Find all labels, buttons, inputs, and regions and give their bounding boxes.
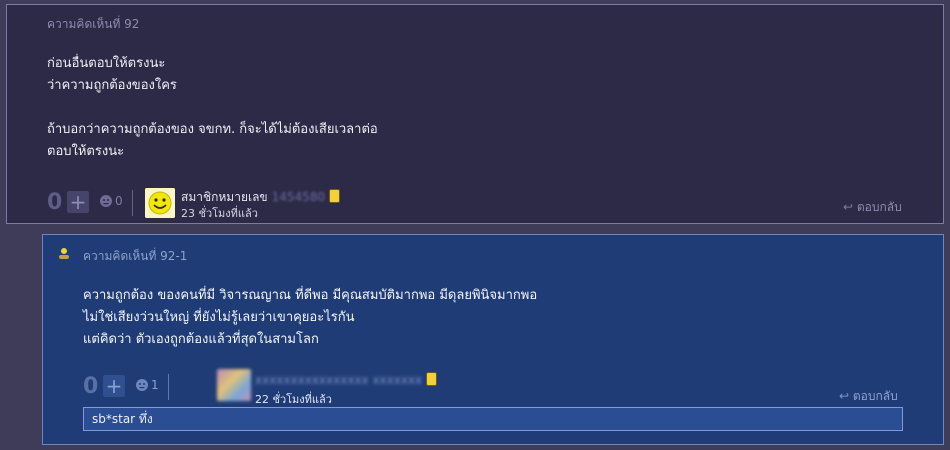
reply-link[interactable]: ↩ ตอบกลับ [843, 198, 902, 217]
divider [132, 190, 133, 216]
comment-line-blank [47, 97, 378, 119]
reply-label[interactable]: ตอบกลับ [853, 389, 898, 403]
subcomment-line: ไม่ใช่เสียงว่วนใหญ่ ที่ยังไม่รู้เลยว่าเข… [83, 310, 355, 325]
timestamp: 22 ชั่วโมงที่แล้ว [255, 393, 332, 406]
comment-line: ตอบให้ตรงนะ [47, 144, 125, 159]
plus-vote-button[interactable]: + [67, 191, 89, 213]
quote-box[interactable]: sb*star ทึ่ง [83, 407, 903, 431]
member-badge-icon [329, 189, 341, 203]
emotion-icon[interactable] [99, 194, 113, 208]
user-name-blurred[interactable]: xxxxxxxxxxxxxxxx xxxxxxx [255, 373, 422, 387]
comment-line: ถ้าบอกว่าความถูกต้องของ จขกท. ก็จะได้ไม่… [47, 122, 378, 137]
comment-header: ความคิดเห็นที่ 92 [47, 17, 140, 31]
reply-link[interactable]: ↩ ตอบกลับ [839, 387, 898, 406]
reply-arrow-icon: ↩ [839, 389, 850, 403]
subcomment-body: ความถูกต้อง ของคนที่มี วิจารณญาณ ที่ดีพอ… [83, 285, 537, 351]
emotion-count: 0 [115, 194, 123, 208]
subcomment-card: ความคิดเห็นที่ 92-1 ความถูกต้อง ของคนที่… [42, 234, 944, 445]
comment-card: ความคิดเห็นที่ 92 ก่อนอื่นตอบให้ตรงนะ ว่… [6, 4, 944, 224]
plus-vote-button[interactable]: + [103, 375, 125, 397]
subcomment-line: แต่คิดว่า ตัวเองถูกต้องแล้วที่สุดในสามโล… [83, 332, 319, 347]
comment-line: ก่อนอื่นตอบให้ตรงนะ [47, 56, 166, 71]
user-icon [59, 248, 69, 259]
subcomment-header: ความคิดเห็นที่ 92-1 [83, 249, 188, 263]
reply-arrow-icon: ↩ [843, 200, 854, 214]
comment-line: ว่าความถูกต้องของใคร [47, 78, 177, 93]
emotion-count: 1 [151, 378, 159, 392]
timestamp: 23 ชั่วโมงที่แล้ว [181, 207, 258, 220]
member-badge-icon [426, 372, 438, 386]
smiley-avatar-icon[interactable] [145, 188, 175, 218]
avatar[interactable] [217, 369, 251, 401]
divider [168, 374, 169, 400]
emotion-icon[interactable] [135, 378, 149, 392]
user-name-label[interactable]: สมาชิกหมายเลข [181, 190, 268, 204]
user-name[interactable]: xxxxxxxxxxxxxxxx xxxxxxx [255, 372, 438, 387]
comment-body: ก่อนอื่นตอบให้ตรงนะ ว่าความถูกต้องของใคร… [47, 53, 378, 163]
subcomment-line: ความถูกต้อง ของคนที่มี วิจารณญาณ ที่ดีพอ… [83, 288, 538, 303]
vote-score: 0 [83, 374, 99, 399]
vote-score: 0 [47, 190, 63, 215]
user-id-blurred: 1454580 [271, 190, 326, 204]
reply-label[interactable]: ตอบกลับ [857, 200, 902, 214]
